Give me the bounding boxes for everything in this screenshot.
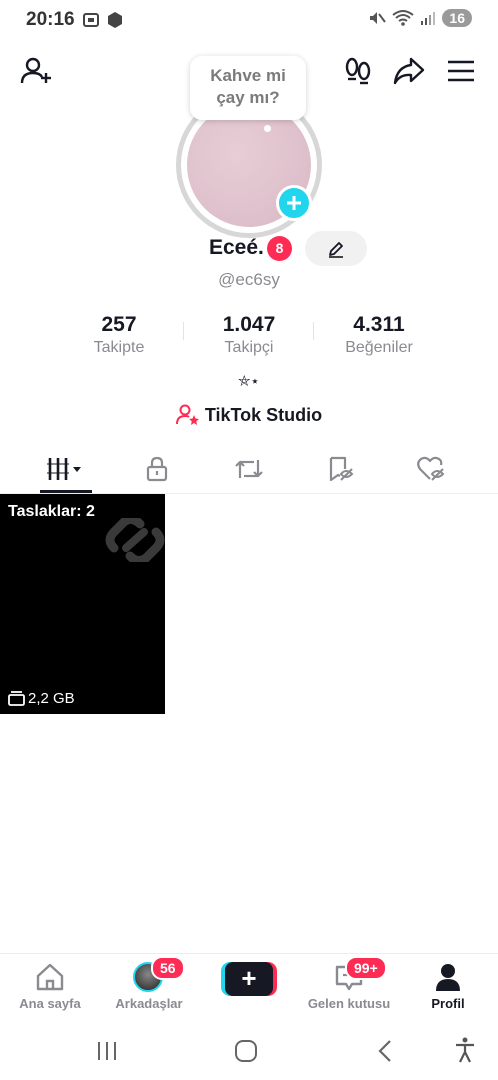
nav-home[interactable]: Ana sayfa <box>0 954 100 1020</box>
note-line-1: Kahve mi <box>210 66 286 85</box>
studio-label: TikTok Studio <box>204 404 323 425</box>
tab-private[interactable] <box>122 446 192 492</box>
screenshot-icon <box>83 13 99 27</box>
tab-videos[interactable] <box>31 446 101 492</box>
repost-icon <box>235 460 263 478</box>
accessibility-icon[interactable] <box>454 1037 476 1063</box>
tab-liked[interactable] <box>397 446 467 492</box>
edit-profile-button[interactable] <box>305 231 367 266</box>
home-icon <box>36 963 64 991</box>
add-friend-icon[interactable] <box>20 56 54 86</box>
nav-label: Ana sayfa <box>19 996 81 1011</box>
note-bubble-tail <box>264 125 271 132</box>
box-icon <box>108 12 122 28</box>
tab-reposts[interactable] <box>214 446 284 492</box>
friends-badge: 56 <box>151 956 185 980</box>
stat-label: Takipçi <box>224 339 274 356</box>
note-bubble[interactable]: Kahve mi çay mı? <box>190 56 306 120</box>
status-time: 20:16 <box>26 9 75 30</box>
stat-value: 257 <box>101 313 137 336</box>
create-plus: + <box>225 962 273 996</box>
tiktok-studio-link[interactable]: TikTok Studio <box>0 404 498 426</box>
create-button[interactable]: + <box>221 962 277 996</box>
mute-icon <box>370 12 387 24</box>
display-name: Eceé. <box>209 236 264 259</box>
nav-label: Profil <box>431 996 465 1011</box>
inbox-badge: 99+ <box>345 956 387 980</box>
bio-text: ⛤⋆ <box>238 373 260 390</box>
stat-following[interactable]: 257 Takipte <box>54 312 184 358</box>
home-button-icon[interactable] <box>234 1039 258 1063</box>
nav-label: Gelen kutusu <box>307 996 391 1011</box>
link-logo-icon <box>105 518 165 562</box>
footprints-icon[interactable] <box>344 56 372 86</box>
drafts-tile[interactable]: Taslaklar: 2 2,2 GB <box>0 494 165 714</box>
videos-grid-icon <box>47 458 81 480</box>
note-line-2: çay mı? <box>216 88 280 107</box>
tab-saved[interactable] <box>306 446 376 492</box>
recent-apps-icon[interactable] <box>96 1040 118 1062</box>
nav-inbox[interactable]: 99+ Gelen kutusu <box>299 954 399 1020</box>
system-nav-bar <box>0 1022 498 1080</box>
signal-icon <box>421 12 436 25</box>
storage-stack-icon <box>8 691 25 706</box>
pencil-icon <box>329 241 343 258</box>
nav-friends[interactable]: 56 Arkadaşlar <box>99 954 199 1020</box>
stat-value: 1.047 <box>222 313 276 336</box>
stat-likes[interactable]: 4.311 Beğeniler <box>314 312 444 358</box>
wifi-icon <box>392 10 415 26</box>
menu-icon[interactable] <box>447 59 475 83</box>
name-badge[interactable]: 8 <box>267 236 292 261</box>
active-tab-indicator <box>40 490 92 493</box>
stat-label: Takipte <box>93 339 145 356</box>
battery-indicator: 16 <box>442 9 472 27</box>
private-lock-icon <box>146 456 168 482</box>
drafts-label: Taslaklar: 2 <box>8 503 95 520</box>
profile-stats: 257 Takipte 1.047 Takipçi 4.311 Beğenile… <box>0 312 498 362</box>
stat-value: 4.311 <box>353 313 405 336</box>
plus-icon <box>287 196 301 210</box>
stat-label: Beğeniler <box>345 339 413 356</box>
back-icon[interactable] <box>376 1039 394 1063</box>
nav-label: Arkadaşlar <box>115 996 183 1011</box>
add-avatar-button[interactable] <box>276 185 312 221</box>
profile-person-icon <box>436 964 460 991</box>
share-icon[interactable] <box>393 56 425 86</box>
nav-profile[interactable]: Profil <box>398 954 498 1020</box>
drafts-size: 2,2 GB <box>28 690 75 707</box>
stat-followers[interactable]: 1.047 Takipçi <box>184 312 314 358</box>
username: @ec6sy <box>218 270 280 289</box>
content-tabs <box>0 446 498 494</box>
liked-heart-icon <box>417 456 445 481</box>
saved-bookmark-icon <box>329 456 354 482</box>
studio-person-star-icon <box>175 404 199 425</box>
status-bar: 20:16 16 <box>0 0 498 40</box>
